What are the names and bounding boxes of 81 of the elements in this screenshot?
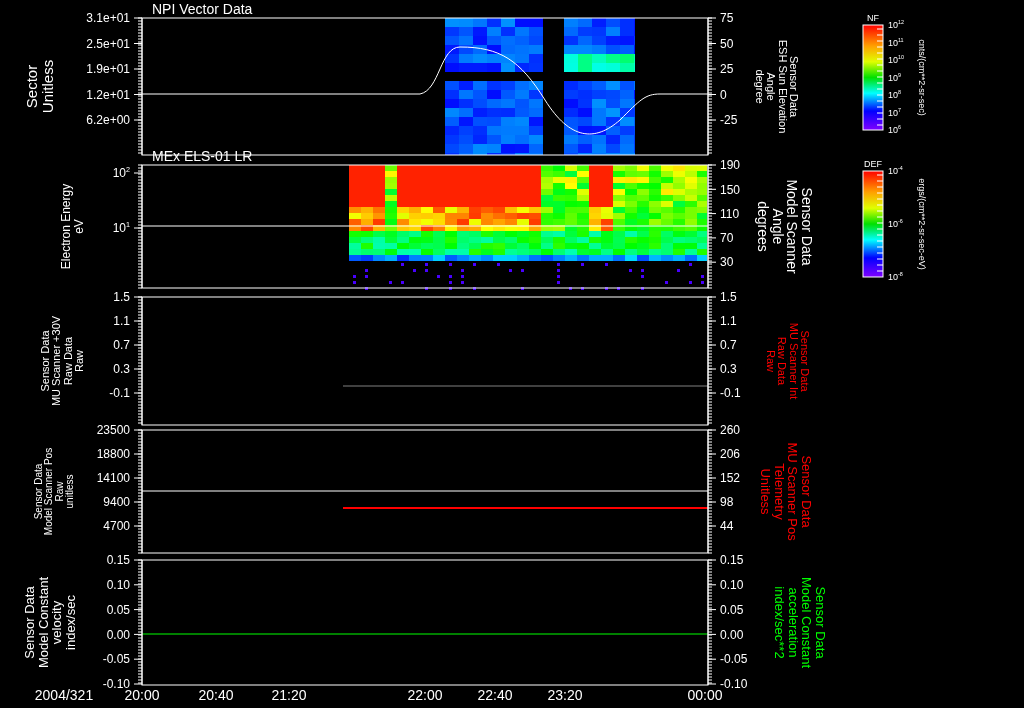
axis-tick-label: 0.15 [106, 553, 130, 568]
axis-tick-label: 0.15 [720, 553, 744, 568]
axis-tick-label: 6.2e+00 [86, 113, 130, 128]
axis-label: Sensor Data MU Scanner Pos Telemetry Unitless [757, 442, 814, 541]
axis-tick-label: 190 [720, 158, 741, 173]
time-tick-label: 23:20 [547, 687, 583, 703]
axis-tick-label: 10$^{10}$ [888, 54, 904, 66]
axis-tick-label: 0.05 [720, 602, 744, 617]
axis-tick-label: 10$^{7}$ [888, 106, 901, 118]
axis-tick-label: 10$^{8}$ [888, 89, 901, 101]
axis-label: Electron Energy eV [58, 183, 86, 270]
axis-tick-label: 10$^{9}$ [888, 71, 901, 83]
axis-tick-label: 206 [720, 447, 741, 462]
axis-tick-label: 2.5e+01 [86, 36, 130, 51]
colorbar-units: cnts/(cm**2-sr-sec) [916, 39, 927, 116]
axis-tick-label: -0.1 [109, 386, 130, 401]
axis-tick-label: 1.5 [720, 290, 737, 305]
time-tick-label: 22:40 [477, 687, 513, 703]
axis-tick-label: 260 [720, 423, 741, 438]
axis-tick-label: -25 [720, 113, 738, 128]
time-tick-label: 22:00 [407, 687, 443, 703]
axis-tick-label: 75 [720, 11, 734, 26]
axis-label: Sensor Data Model Scanner Pos Raw unitless [32, 447, 76, 536]
axis-tick-label: 0 [720, 87, 727, 102]
axis-tick-label: 25 [720, 62, 734, 77]
axis-tick-label: 1.1 [113, 314, 130, 329]
colorbar-units: ergs/(cm**2-sr-sec-eV) [916, 178, 927, 270]
axis-tick-label: 0.3 [113, 362, 130, 377]
axis-tick-label: 10$^{-4}$ [888, 165, 903, 177]
axis-tick-label: 0.10 [720, 578, 744, 592]
axis-tick-label: 0.10 [106, 578, 130, 592]
axis-tick-label: 1.2e+01 [86, 87, 130, 102]
axis-tick-label: 14100 [96, 471, 130, 486]
axis-tick-label: 152 [720, 471, 741, 486]
axis-tick-label: 0.7 [113, 338, 130, 353]
axis-tick-label: 70 [720, 231, 734, 246]
axis-tick-label: 23500 [96, 423, 130, 438]
axis-tick-label: 110 [720, 206, 740, 221]
axis-tick-label: 10$^{-8}$ [888, 271, 903, 283]
colorbar-title: DEF [864, 159, 882, 169]
axis-tick-label: 1.1 [720, 314, 737, 329]
axis-tick-label: -0.05 [720, 652, 748, 667]
axis-tick-label: 10$^{2}$ [112, 164, 130, 181]
axis-tick-label: -0.05 [102, 652, 130, 667]
axis-label: Sensor Data MU Scanner Int Raw Data Raw [764, 322, 812, 400]
axis-tick-label: 98 [720, 495, 734, 510]
axis-tick-label: 50 [720, 36, 734, 51]
date-label: 2004/321 [34, 687, 94, 703]
axis-label: Sector Unitless [23, 59, 57, 114]
axis-tick-label: 0.00 [106, 627, 130, 642]
axis-tick-label: 10$^{6}$ [888, 124, 901, 136]
axis-tick-label: 1.9e+01 [86, 62, 130, 77]
axis-tick-label: 30 [720, 255, 734, 270]
axis-tick-label: 10$^{1}$ [112, 219, 130, 236]
colorbar-title: NF [867, 13, 879, 23]
axis-label: Sensor Data Model Constant acceleration index/sec**2 [771, 576, 828, 669]
axis-tick-label: 0.05 [106, 602, 130, 617]
axis-tick-label: 44 [720, 519, 734, 534]
time-tick-label: 21:20 [271, 687, 307, 703]
axis-tick-label: 0.00 [720, 627, 744, 642]
axis-tick-label: 9400 [103, 495, 130, 510]
panel-title: MEx ELS-01 LR [152, 148, 253, 164]
axis-label: Sensor Data MU Scanner +30V Raw Data Raw [38, 315, 86, 407]
axis-tick-label: 10$^{-6}$ [888, 218, 903, 230]
time-tick-label: 00:00 [687, 687, 723, 703]
axis-tick-label: 1.5 [113, 290, 130, 305]
axis-tick-label: -0.1 [720, 386, 741, 401]
axis-tick-label: 10$^{12}$ [888, 19, 904, 31]
axis-tick-label: 4700 [103, 519, 130, 534]
axis-label: Sensor Data Model Scanner Angle degrees [755, 179, 816, 274]
axis-tick-label: 3.1e+01 [86, 11, 130, 26]
time-tick-label: 20:40 [198, 687, 234, 703]
axis-tick-label: 0.7 [720, 338, 737, 353]
panel-title: NPI Vector Data [152, 1, 253, 17]
time-tick-label: 20:00 [124, 687, 160, 703]
axis-tick-label: 18800 [96, 447, 130, 462]
axis-tick-label: 10$^{11}$ [888, 36, 904, 48]
axis-tick-label: 0.3 [720, 362, 737, 377]
axis-label: Sensor Data Model Constant velocity index/sec [22, 576, 79, 669]
axis-label: Sensor Data ESH Sun Elevation Angle degree [753, 39, 801, 134]
axis-tick-label: 150 [720, 182, 741, 197]
